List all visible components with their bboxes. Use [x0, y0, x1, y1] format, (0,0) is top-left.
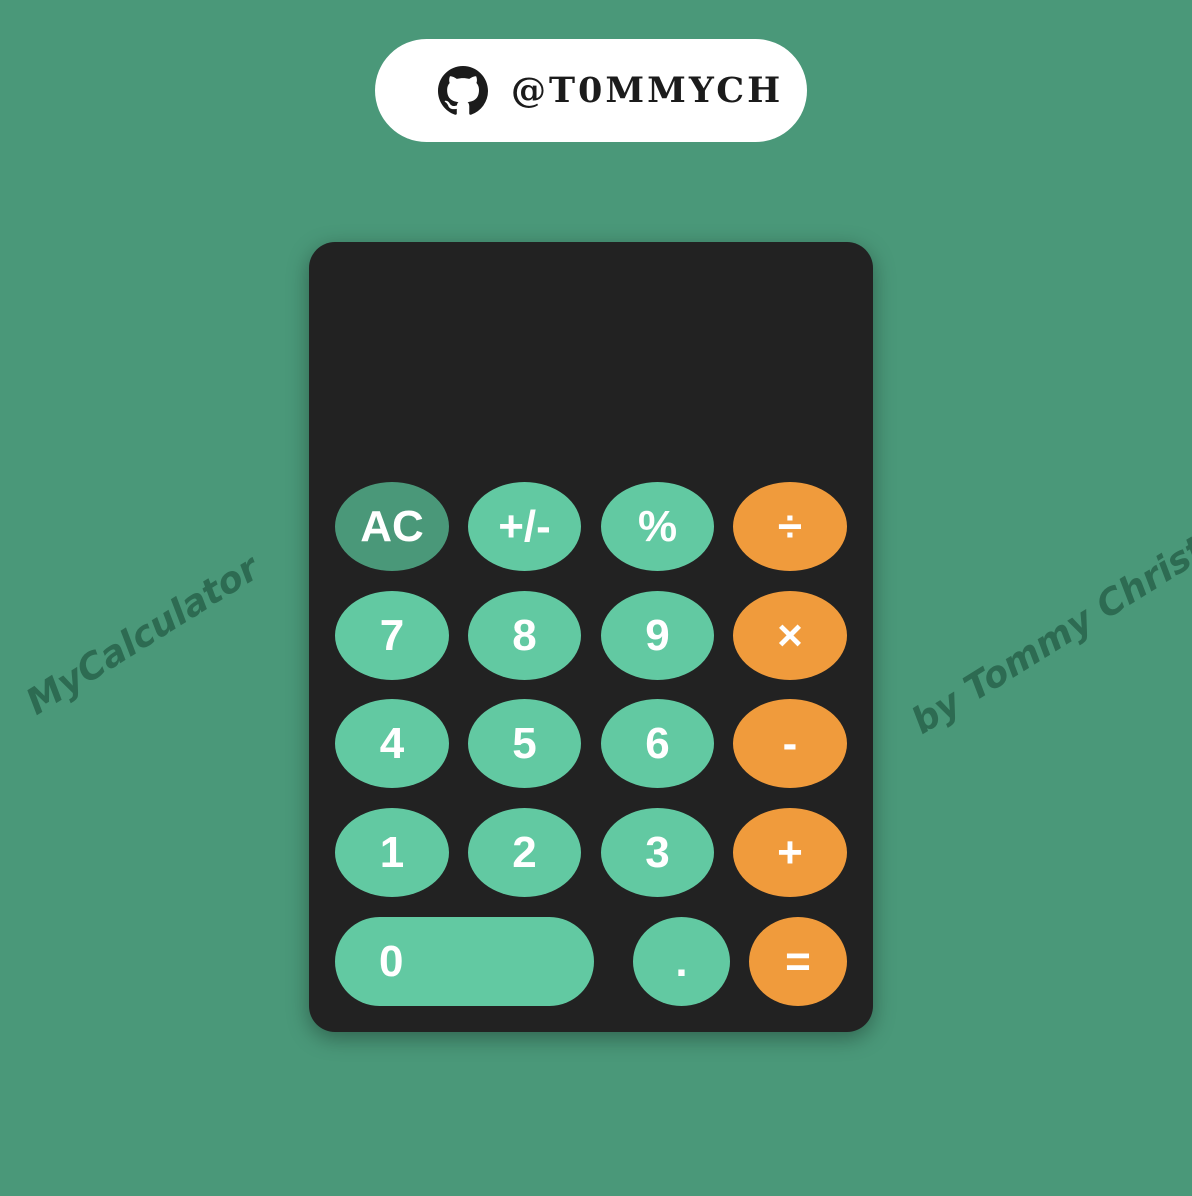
equals-button[interactable]: =	[749, 917, 847, 1006]
digit-4-button[interactable]: 4	[335, 699, 449, 788]
digit-5-button[interactable]: 5	[468, 699, 581, 788]
digit-8-button[interactable]: 8	[468, 591, 581, 680]
digit-6-button[interactable]: 6	[601, 699, 714, 788]
sign-toggle-button[interactable]: +/-	[468, 482, 581, 571]
add-button[interactable]: +	[733, 808, 847, 897]
author-credit: by Tommy Christ	[904, 528, 1192, 743]
percent-button[interactable]: %	[601, 482, 714, 571]
github-icon	[438, 65, 488, 115]
digit-2-button[interactable]: 2	[468, 808, 581, 897]
digit-1-button[interactable]: 1	[335, 808, 449, 897]
digit-7-button[interactable]: 7	[335, 591, 449, 680]
github-link[interactable]: @T0MMYCH	[375, 39, 807, 142]
clear-button[interactable]: AC	[335, 482, 449, 571]
calculator: AC +/- % ÷ 7 8 9 × 4 5 6 - 1 2 3 + 0 . =	[309, 242, 873, 1032]
multiply-button[interactable]: ×	[733, 591, 847, 680]
github-handle: @T0MMYCH	[511, 70, 784, 111]
app-title: MyCalculator	[19, 547, 267, 724]
decimal-button[interactable]: .	[633, 917, 730, 1006]
subtract-button[interactable]: -	[733, 699, 847, 788]
digit-9-button[interactable]: 9	[601, 591, 714, 680]
digit-0-button[interactable]: 0	[335, 917, 594, 1006]
calculator-display	[335, 272, 847, 462]
digit-3-button[interactable]: 3	[601, 808, 714, 897]
divide-button[interactable]: ÷	[733, 482, 847, 571]
